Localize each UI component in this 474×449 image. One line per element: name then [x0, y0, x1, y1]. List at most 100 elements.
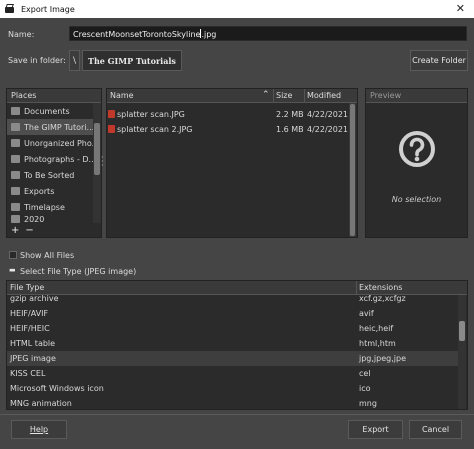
folder-icon [11, 203, 20, 211]
file-size: 2.2 MB [276, 110, 304, 119]
folder-icon [11, 123, 20, 131]
column-separator [273, 89, 274, 103]
folder-icon [11, 139, 20, 147]
cancel-label: Cancel [421, 425, 450, 434]
place-label: The GIMP Tutori... [24, 122, 95, 132]
file-modified: 4/22/2021 [307, 110, 349, 119]
add-bookmark-button[interactable]: + [11, 225, 19, 236]
file-list: Name ⌃ Size Modified splatter scan.JPG 2… [106, 88, 358, 238]
file-type-ext: ico [359, 384, 371, 393]
file-size: 1.6 MB [276, 125, 304, 134]
file-type-table: gzip archive xcf.gz,xcfgz File Type Exte… [6, 280, 468, 410]
place-label: Timelapse [24, 202, 65, 212]
place-item-photographs[interactable]: Photographs - D... [7, 151, 101, 167]
file-type-row-selected[interactable]: JPEG image jpg,jpeg,jpe [7, 351, 459, 366]
file-type-row[interactable]: HEIF/AVIF avif [7, 306, 459, 321]
sort-ascending-icon[interactable]: ⌃ [262, 90, 270, 100]
file-type-header: File Type Extensions [7, 281, 467, 295]
show-all-files-label[interactable]: Show All Files [20, 251, 74, 260]
column-extensions[interactable]: Extensions [359, 283, 402, 292]
place-item-unorganized[interactable]: Unorganized Pho... [7, 135, 101, 151]
file-type-row[interactable]: HTML table html,htm [7, 336, 459, 351]
breadcrumb-current-folder[interactable]: The GIMP Tutorials [82, 50, 182, 71]
image-file-icon [108, 125, 115, 133]
close-icon[interactable]: ✕ [456, 2, 465, 15]
file-type-scroll-thumb[interactable] [459, 321, 465, 341]
column-separator [356, 281, 357, 295]
file-type-name: KISS CEL [10, 369, 46, 378]
create-folder-button[interactable]: Create Folder [410, 50, 468, 71]
place-item-exports[interactable]: Exports [7, 183, 101, 199]
window-title: Export Image [21, 4, 75, 14]
file-type-name: gzip archive [10, 294, 59, 303]
help-button[interactable]: Help [11, 420, 67, 439]
save-in-folder-label: Save in folder: [8, 56, 66, 65]
place-label: Documents [24, 106, 70, 116]
file-type-name: Microsoft Windows icon [10, 384, 104, 393]
title-bar: Export Image ✕ [0, 0, 474, 18]
places-scrollbar[interactable] [93, 103, 101, 223]
file-type-row[interactable]: Microsoft Windows icon ico [7, 381, 459, 396]
export-button[interactable]: Export [348, 420, 403, 439]
file-type-ext: jpg,jpeg,jpe [359, 354, 406, 363]
file-type-scrollbar[interactable] [458, 295, 466, 409]
column-size[interactable]: Size [276, 91, 292, 100]
place-item-2020[interactable]: 2020 [7, 215, 101, 223]
file-type-row[interactable]: HEIF/HEIC heic,heif [7, 321, 459, 336]
places-scroll-thumb[interactable] [94, 123, 100, 175]
breadcrumb-root-button[interactable]: \ [69, 50, 80, 71]
preview-header: Preview [366, 89, 467, 103]
file-type-name: MNG animation [10, 399, 72, 408]
file-type-ext: cel [359, 369, 371, 378]
place-item-gimp-tutorials[interactable]: The GIMP Tutori... [7, 119, 101, 135]
question-circle-icon [399, 131, 435, 167]
place-item-to-be-sorted[interactable]: To Be Sorted [7, 167, 101, 183]
file-type-ext: html,htm [359, 339, 396, 348]
cancel-button[interactable]: Cancel [409, 420, 462, 439]
select-file-type-expander[interactable]: Select File Type (JPEG image) [20, 267, 136, 276]
file-name: splatter scan.JPG [117, 110, 185, 119]
folder-breadcrumb: \ The GIMP Tutorials [69, 50, 182, 71]
file-type-name: HEIF/AVIF [10, 309, 49, 318]
remove-bookmark-button[interactable]: − [25, 225, 33, 236]
column-name[interactable]: Name [110, 91, 134, 100]
column-file-type[interactable]: File Type [10, 283, 44, 292]
filename-input[interactable]: CrescentMoonsetTorontoSkyline.jpg [69, 26, 467, 41]
place-label: 2020 [24, 215, 45, 223]
place-label: Unorganized Pho... [24, 138, 100, 148]
folder-icon [11, 215, 20, 223]
file-type-ext: avif [359, 309, 374, 318]
filename-extension: .jpg [201, 30, 217, 39]
folder-icon [11, 155, 20, 163]
file-type-row[interactable]: MNG animation mng [7, 396, 459, 409]
file-type-name: JPEG image [10, 354, 56, 363]
no-selection-text: No selection [391, 195, 442, 204]
file-type-name: HTML table [10, 339, 56, 348]
file-type-row[interactable]: KISS CEL cel [7, 366, 459, 381]
folder-icon [11, 171, 20, 179]
export-label: Export [362, 425, 389, 434]
places-toolbar: + − [11, 225, 40, 236]
expander-arrow-icon[interactable]: ▬ [9, 266, 16, 274]
file-modified: 4/22/2021 [307, 125, 349, 134]
file-row[interactable]: splatter scan 2.JPG 1.6 MB 4/22/2021 [107, 122, 349, 136]
pane-resize-handle[interactable]: · · · [101, 154, 104, 170]
file-type-ext: mng [359, 399, 377, 408]
place-item-documents[interactable]: Documents [7, 103, 101, 119]
file-list-scrollbar[interactable] [349, 103, 356, 237]
file-row[interactable]: splatter scan.JPG 2.2 MB 4/22/2021 [107, 107, 349, 121]
column-modified[interactable]: Modified [307, 91, 341, 100]
places-header: Places [7, 89, 101, 103]
help-label: Help [29, 425, 49, 434]
place-label: Exports [24, 186, 55, 196]
file-type-name: HEIF/HEIC [10, 324, 50, 333]
place-item-timelapse[interactable]: Timelapse [7, 199, 101, 215]
gimp-app-icon [4, 4, 15, 14]
place-label: To Be Sorted [24, 170, 75, 180]
file-list-scroll-thumb[interactable] [350, 104, 355, 236]
image-file-icon [108, 110, 115, 118]
show-all-files-checkbox[interactable] [9, 251, 17, 259]
place-label: Photographs - D... [24, 154, 97, 164]
places-panel: Places Documents The GIMP Tutori... Unor… [6, 88, 102, 238]
file-type-ext: heic,heif [359, 324, 394, 333]
